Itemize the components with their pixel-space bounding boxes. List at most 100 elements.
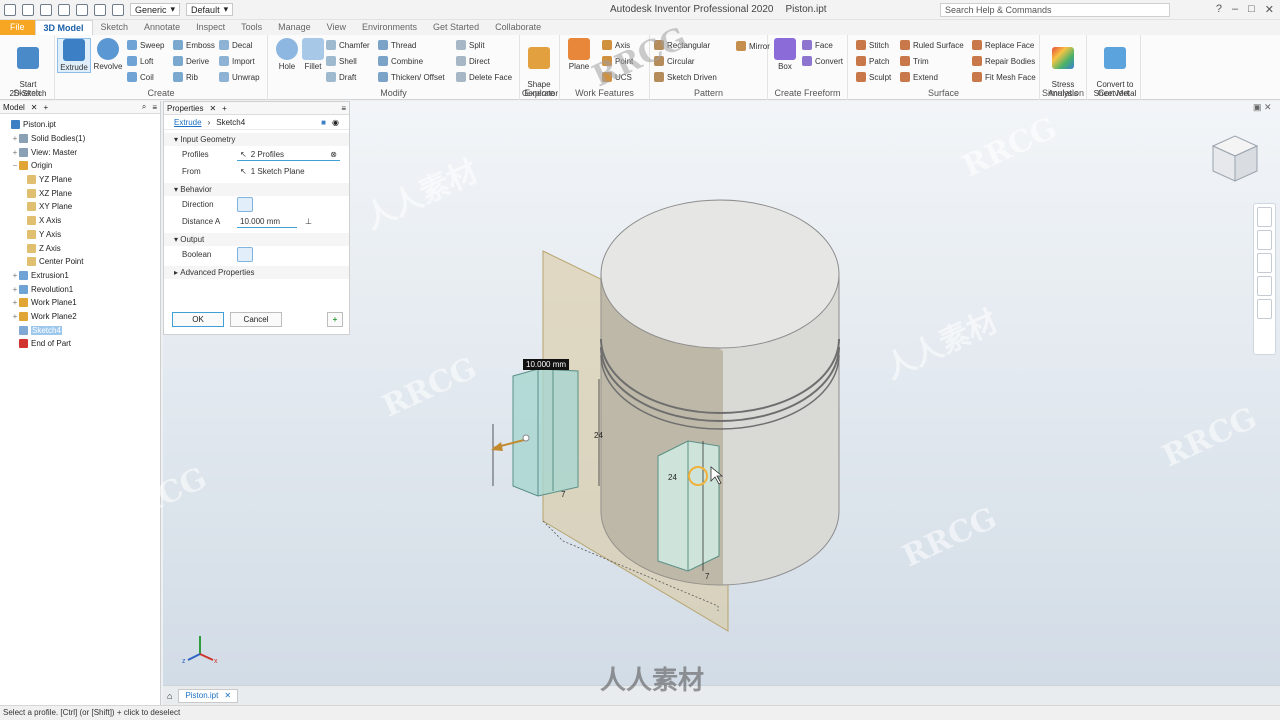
appearance-select[interactable]: Generic ▾ — [130, 3, 181, 16]
delete-face-button[interactable]: Delete Face — [456, 71, 512, 83]
restore-icon[interactable]: ▣ — [1253, 102, 1262, 112]
tree-node[interactable]: + View: Master — [0, 145, 160, 159]
tree-node[interactable]: End of Part — [0, 337, 160, 351]
piston-body[interactable] — [600, 273, 840, 586]
extrude-preview-left[interactable] — [512, 368, 579, 497]
boolean-intersect-icon[interactable] — [277, 247, 293, 262]
convert-button[interactable]: Convert — [802, 55, 843, 67]
tree-node[interactable]: + Revolution1 — [0, 282, 160, 296]
ucs-button[interactable]: UCS — [602, 71, 632, 83]
tree-node[interactable]: + Work Plane1 — [0, 296, 160, 310]
update-icon[interactable] — [112, 3, 124, 16]
fillet-button[interactable]: Fillet — [296, 38, 330, 71]
profiles-selector[interactable]: ↖ 2 Profiles ⊗ — [237, 148, 340, 161]
distance-input[interactable]: 10.000 mm — [237, 215, 297, 228]
close-icon[interactable]: ✕ — [224, 691, 231, 700]
apply-add-icon[interactable]: + — [327, 312, 343, 327]
boolean-cut-icon[interactable] — [257, 247, 273, 262]
zoom-icon[interactable] — [1257, 253, 1272, 273]
close-icon[interactable]: ✕ — [209, 104, 216, 113]
tree-node[interactable]: X Axis — [0, 214, 160, 228]
rib-button[interactable]: Rib — [173, 71, 198, 83]
undo-icon[interactable] — [58, 3, 70, 16]
breadcrumb-feature[interactable]: Extrude — [174, 118, 202, 127]
revolve-button[interactable]: Revolve — [91, 38, 125, 71]
section-output[interactable]: ▾ Output — [164, 233, 349, 246]
tab-annotate[interactable]: Annotate — [136, 20, 188, 35]
thicken-offset-button[interactable]: Thicken/ Offset — [378, 71, 445, 83]
expand-icon[interactable]: + — [11, 312, 19, 321]
tree-node[interactable]: Piston.ipt — [0, 118, 160, 132]
draft-button[interactable]: Draft — [326, 71, 356, 83]
sketch-driven-button[interactable]: Sketch Driven — [654, 71, 717, 83]
ruled-surface-button[interactable]: Ruled Surface — [900, 39, 964, 51]
chamfer-button[interactable]: Chamfer — [326, 39, 370, 51]
open-icon[interactable] — [22, 3, 34, 16]
direct-button[interactable]: Direct — [456, 55, 490, 67]
tree-node[interactable]: Y Axis — [0, 228, 160, 242]
tab-inspect[interactable]: Inspect — [188, 20, 233, 35]
boolean-join-icon[interactable] — [237, 247, 253, 262]
tab-get-started[interactable]: Get Started — [425, 20, 487, 35]
direction-symmetric-icon[interactable] — [277, 197, 293, 212]
shell-button[interactable]: Shell — [326, 55, 357, 67]
expand-icon[interactable]: − — [11, 161, 19, 170]
tab-tools[interactable]: Tools — [233, 20, 270, 35]
home-icon[interactable] — [94, 3, 106, 16]
distance-dimension-label[interactable]: 10.000 mm — [523, 359, 570, 370]
eye-icon[interactable]: ◉ — [332, 118, 339, 127]
combine-button[interactable]: Combine — [378, 55, 423, 67]
save-icon[interactable] — [40, 3, 52, 16]
tree-node[interactable]: − Origin — [0, 159, 160, 173]
section-input-geometry[interactable]: ▾ Input Geometry — [164, 133, 349, 146]
face-button[interactable]: Face — [802, 39, 833, 51]
document-tab[interactable]: Piston.ipt ✕ — [178, 688, 239, 703]
ok-button[interactable]: OK — [172, 312, 224, 327]
search-icon[interactable]: ⌕ — [142, 102, 146, 112]
pan-icon[interactable] — [1257, 230, 1272, 250]
preset-icon[interactable]: ■ — [321, 118, 326, 127]
look-at-icon[interactable] — [1257, 299, 1272, 319]
boolean-new-solid-icon[interactable] — [297, 247, 313, 262]
tree-node[interactable]: Z Axis — [0, 241, 160, 255]
section-behavior[interactable]: ▾ Behavior — [164, 183, 349, 196]
tree-node[interactable]: XY Plane — [0, 200, 160, 214]
derive-button[interactable]: Derive — [173, 55, 209, 67]
expand-icon[interactable]: + — [11, 285, 19, 294]
circular-button[interactable]: Circular — [654, 55, 695, 67]
tab-environments[interactable]: Environments — [354, 20, 425, 35]
measure-icon[interactable]: ⊥ — [305, 217, 312, 226]
piston-top-face[interactable] — [600, 199, 840, 349]
stitch-button[interactable]: Stitch — [856, 39, 889, 51]
expand-icon[interactable]: + — [11, 134, 19, 143]
new-icon[interactable] — [4, 3, 16, 16]
expand-icon[interactable]: + — [11, 148, 19, 157]
steering-wheel-icon[interactable] — [1257, 207, 1272, 227]
direction-default-icon[interactable] — [237, 197, 253, 212]
import-button[interactable]: Import — [219, 55, 255, 67]
tree-node[interactable]: Sketch4 — [0, 323, 160, 337]
tab-view[interactable]: View — [319, 20, 354, 35]
box-button[interactable]: Box — [768, 38, 802, 71]
tree-node[interactable]: + Solid Bodies(1) — [0, 132, 160, 146]
tree-node[interactable]: XZ Plane — [0, 186, 160, 200]
style-select[interactable]: Default ▾ — [186, 3, 234, 16]
tab-manage[interactable]: Manage — [270, 20, 319, 35]
tab-file[interactable]: File — [0, 20, 35, 35]
split-button[interactable]: Split — [456, 39, 485, 51]
cancel-button[interactable]: Cancel — [230, 312, 282, 327]
tree-node[interactable]: YZ Plane — [0, 173, 160, 187]
work-plane[interactable] — [542, 250, 729, 632]
sculpt-button[interactable]: Sculpt — [856, 71, 891, 83]
direction-flip-icon[interactable] — [257, 197, 273, 212]
direction-asymmetric-icon[interactable] — [297, 197, 313, 212]
tab-sketch[interactable]: Sketch — [93, 20, 137, 35]
expand-icon[interactable]: + — [11, 298, 19, 307]
replace-face-button[interactable]: Replace Face — [972, 39, 1034, 51]
tree-node[interactable]: + Extrusion1 — [0, 269, 160, 283]
orbit-icon[interactable] — [1257, 276, 1272, 296]
unwrap-button[interactable]: Unwrap — [219, 71, 260, 83]
close-icon[interactable]: ✕ — [1265, 3, 1274, 16]
extrude-preview-right[interactable] — [657, 440, 720, 572]
drag-handle[interactable] — [522, 434, 530, 442]
